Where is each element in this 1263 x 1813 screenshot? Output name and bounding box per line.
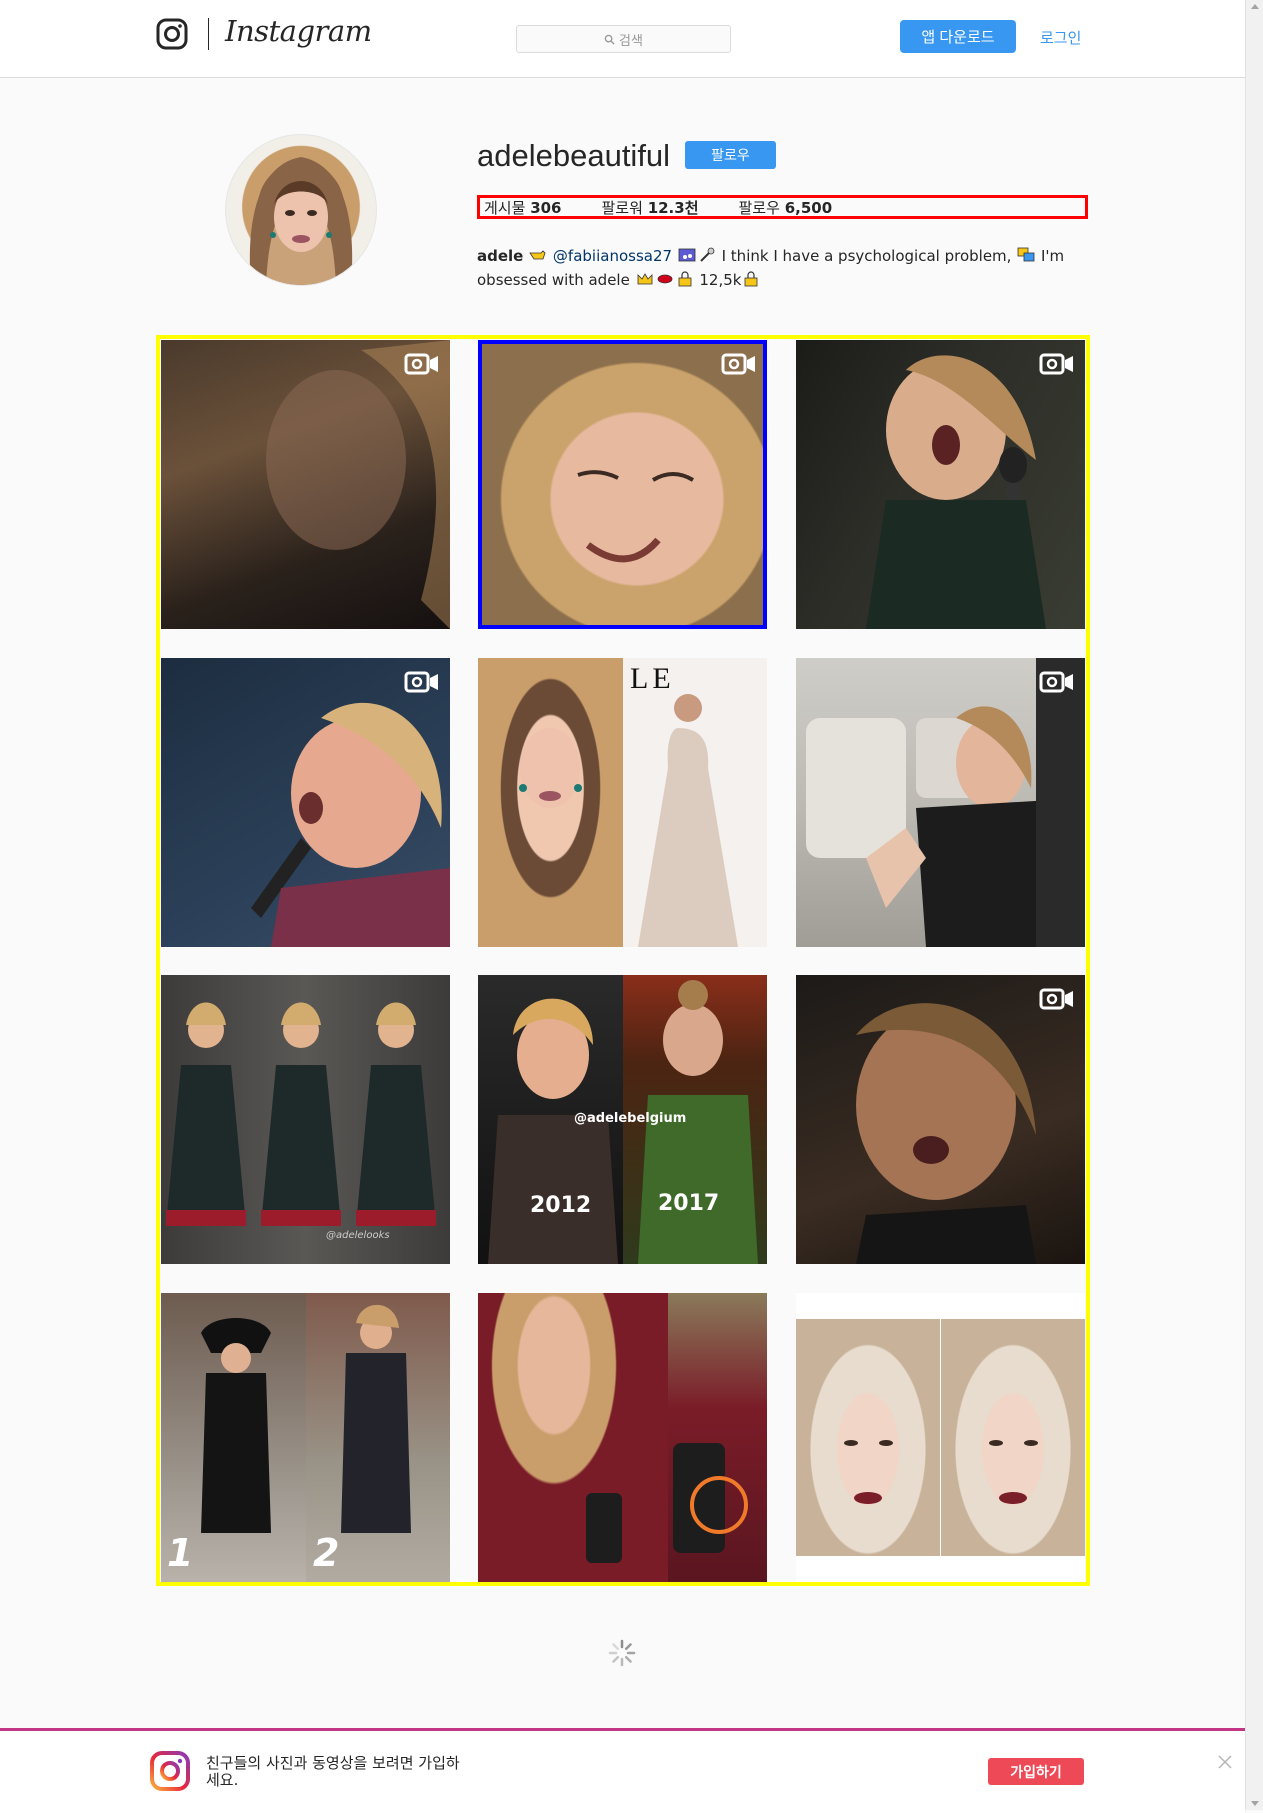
video-camera-icon (721, 353, 755, 375)
stat-following[interactable]: 팔로우 6,500 (739, 197, 833, 218)
post-tile-11[interactable] (478, 1293, 767, 1582)
top-navigation-bar: Instagram 검색 앱 다운로드 로그인 (0, 0, 1245, 78)
instagram-app-icon (150, 1751, 190, 1791)
post-7-image (166, 1002, 436, 1226)
profile-stats: 게시물 306 팔로워 12.3천 팔로우 6,500 (477, 195, 1088, 219)
stat-posts: 게시물 306 (484, 197, 562, 218)
post-tile-10[interactable]: 1 2 (161, 1293, 450, 1582)
post-tile-3[interactable] (796, 340, 1085, 629)
post-5-caption: LE (630, 662, 675, 695)
post-9-image (856, 1003, 1036, 1264)
music-notes-emoji-icon (678, 248, 696, 262)
post-3-image (866, 355, 1046, 629)
avatar-illustration (249, 157, 353, 285)
bio-name: adele (477, 247, 524, 265)
microphone-emoji-icon (700, 247, 715, 262)
post-4-image (251, 702, 450, 947)
bio-count: 12,5k (699, 271, 742, 289)
lock-emoji-icon-2 (745, 271, 758, 287)
post-8-label-2: 2017 (658, 1191, 720, 1216)
vertical-scrollbar[interactable] (1245, 0, 1263, 1810)
crown-emoji-icon (637, 273, 653, 285)
video-camera-icon (404, 353, 438, 375)
stat-followers-label: 팔로워 (601, 198, 643, 217)
post-tile-5[interactable]: LE (478, 658, 767, 947)
search-placeholder: 검색 (619, 33, 643, 49)
stat-followers-value: 12.3천 (647, 198, 699, 217)
video-camera-icon (1039, 353, 1073, 375)
logo-divider (208, 18, 209, 50)
lock-emoji-icon (678, 271, 692, 287)
post-12-image (844, 1440, 1038, 1504)
post-tile-9[interactable] (796, 975, 1085, 1264)
post-tile-8[interactable]: @adelebelgium 2012 2017 (478, 975, 767, 1264)
lips-emoji-icon (657, 274, 673, 284)
post-tile-12[interactable] (796, 1293, 1085, 1582)
search-input[interactable]: 검색 (516, 25, 731, 53)
login-link[interactable]: 로그인 (1040, 27, 1081, 48)
post-5-image (519, 694, 738, 947)
scroll-up-arrow-icon[interactable] (1251, 4, 1259, 9)
post-8-label-1: 2012 (530, 1193, 592, 1218)
bio-text-line1: I think I have a psychological problem, (721, 247, 1012, 265)
post-10-label-1: 1 (167, 1531, 194, 1575)
video-camera-icon (1039, 671, 1073, 693)
post-6-image (806, 658, 1085, 947)
signup-banner: 친구들의 사진과 동영상을 보려면 가입하세요. 가입하기 (0, 1728, 1245, 1813)
scroll-down-arrow-icon[interactable] (1251, 1801, 1259, 1806)
follow-button[interactable]: 팔로우 (685, 141, 776, 169)
video-camera-icon (404, 671, 438, 693)
profile-bio: adele @fabiianossa27 I think I have a ps… (477, 244, 1089, 292)
post-7-caption: @adelelooks (326, 1230, 390, 1241)
search-icon (604, 34, 615, 45)
stat-following-label: 팔로우 (738, 198, 780, 217)
app-download-button[interactable]: 앱 다운로드 (900, 20, 1016, 53)
stat-followers[interactable]: 팔로워 12.3천 (602, 197, 699, 218)
post-2-image (577, 470, 695, 563)
stat-posts-label: 게시물 (484, 198, 526, 217)
post-10-image (201, 1304, 411, 1533)
stat-posts-value: 306 (530, 198, 562, 217)
post-10-label-2: 2 (313, 1531, 340, 1575)
post-tile-2[interactable] (478, 340, 767, 629)
instagram-wordmark[interactable]: Instagram (225, 14, 372, 48)
stat-following-value: 6,500 (784, 198, 833, 217)
post-11-image (586, 1443, 748, 1563)
pointing-hand-emoji-icon (529, 250, 546, 260)
close-icon[interactable] (1218, 1755, 1232, 1769)
profile-avatar (225, 134, 377, 286)
post-1-image (266, 340, 450, 629)
instagram-glyph-icon[interactable] (156, 18, 188, 50)
video-camera-icon (1039, 988, 1073, 1010)
post-8-caption: @adelebelgium (574, 1111, 687, 1126)
post-tile-6[interactable] (796, 658, 1085, 947)
post-tile-7[interactable]: @adelelooks (161, 975, 450, 1264)
signup-banner-text: 친구들의 사진과 동영상을 보려면 가입하세요. (206, 1754, 460, 1789)
post-tile-4[interactable] (161, 658, 450, 947)
loading-spinner-icon (608, 1639, 636, 1667)
profile-username: adelebeautiful (477, 138, 671, 173)
bio-mention-link[interactable]: @fabiianossa27 (553, 247, 672, 265)
post-tile-1[interactable] (161, 340, 450, 629)
speech-bubbles-emoji-icon (1017, 247, 1035, 262)
signup-button[interactable]: 가입하기 (988, 1758, 1084, 1785)
